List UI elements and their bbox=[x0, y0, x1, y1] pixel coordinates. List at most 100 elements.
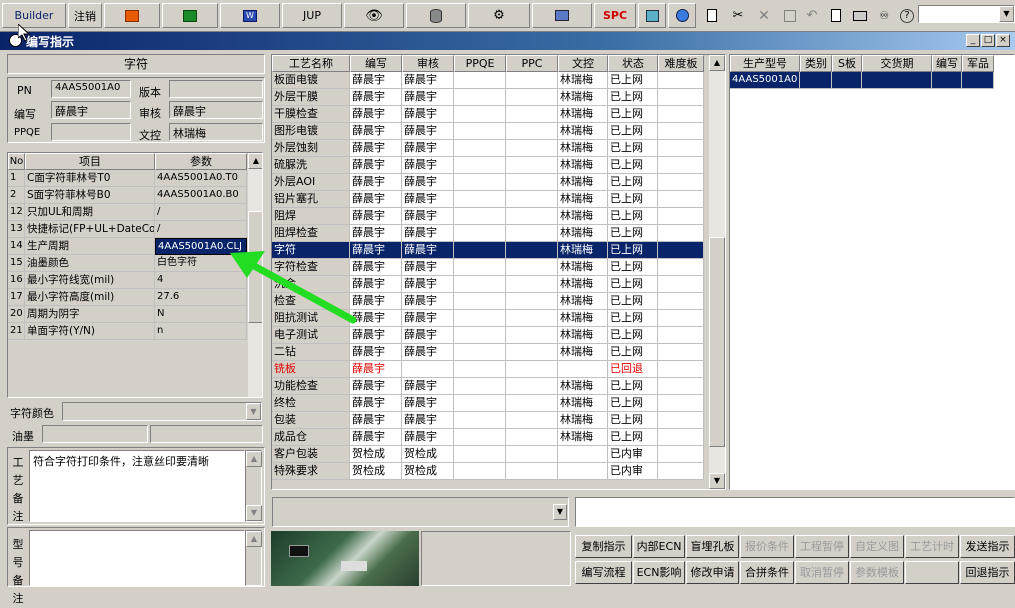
process-cell[interactable]: 薛晨宇 bbox=[350, 208, 402, 225]
process-cell[interactable]: 林瑞梅 bbox=[558, 72, 608, 89]
process-cell[interactable] bbox=[454, 446, 506, 463]
view-button[interactable]: 👁 bbox=[344, 3, 404, 28]
process-cell[interactable] bbox=[454, 89, 506, 106]
model-cell[interactable]: 4AAS5001A0 bbox=[730, 72, 800, 89]
scroll-down-icon[interactable]: ▼ bbox=[709, 473, 725, 489]
process-cell[interactable]: 薛晨宇 bbox=[350, 140, 402, 157]
maximize-button[interactable]: □ bbox=[981, 34, 995, 47]
process-cell[interactable]: 薛晨宇 bbox=[402, 293, 454, 310]
process-cell[interactable]: 林瑞梅 bbox=[558, 123, 608, 140]
process-cell[interactable]: 薛晨宇 bbox=[402, 327, 454, 344]
process-cell[interactable]: 林瑞梅 bbox=[558, 157, 608, 174]
process-cell[interactable]: 已上网 bbox=[608, 123, 658, 140]
config-button[interactable]: ⚙ bbox=[468, 3, 530, 28]
process-cell[interactable]: 贺检成 bbox=[350, 446, 402, 463]
process-cell[interactable]: 林瑞梅 bbox=[558, 327, 608, 344]
process-cell[interactable]: 薛晨宇 bbox=[402, 191, 454, 208]
action-button-row2-2[interactable]: 修改申请 bbox=[686, 561, 739, 584]
process-cell[interactable] bbox=[658, 344, 704, 361]
action-button-row2-1[interactable]: ECN影响 bbox=[633, 561, 685, 584]
process-cell[interactable] bbox=[506, 327, 558, 344]
process-cell[interactable] bbox=[454, 412, 506, 429]
process-cell[interactable] bbox=[506, 378, 558, 395]
process-cell[interactable] bbox=[506, 106, 558, 123]
process-cell[interactable] bbox=[454, 463, 506, 480]
process-cell[interactable]: 薛晨宇 bbox=[402, 378, 454, 395]
process-name-cell[interactable]: 特殊要求 bbox=[272, 463, 350, 480]
process-cell[interactable] bbox=[454, 293, 506, 310]
process-name-cell[interactable]: 硫脲洗 bbox=[272, 157, 350, 174]
process-cell[interactable] bbox=[454, 378, 506, 395]
process-cell[interactable] bbox=[506, 310, 558, 327]
jup-button[interactable]: JUP bbox=[282, 3, 342, 28]
new-button[interactable] bbox=[700, 3, 724, 28]
process-cell[interactable] bbox=[658, 208, 704, 225]
process-cell[interactable] bbox=[658, 140, 704, 157]
process-note-text[interactable]: 符合字符打印条件，注意丝印要清晰 bbox=[29, 450, 245, 522]
pn-field[interactable]: 4AAS5001A0 bbox=[51, 80, 131, 98]
process-cell[interactable]: 薛晨宇 bbox=[402, 106, 454, 123]
process-cell[interactable]: 薛晨宇 bbox=[402, 310, 454, 327]
model-cell[interactable] bbox=[832, 72, 862, 89]
cut-button[interactable]: ✂ bbox=[726, 3, 750, 28]
print-button[interactable] bbox=[848, 3, 872, 28]
action-button-row1-2[interactable]: 盲埋孔板 bbox=[686, 535, 739, 558]
process-cell[interactable]: 薛晨宇 bbox=[402, 412, 454, 429]
process-cell[interactable]: 薛晨宇 bbox=[402, 140, 454, 157]
dc-field[interactable]: 林瑞梅 bbox=[169, 123, 263, 141]
calendar-button[interactable] bbox=[638, 3, 666, 28]
process-cell[interactable]: 林瑞梅 bbox=[558, 106, 608, 123]
process-cell[interactable] bbox=[658, 191, 704, 208]
process-cell[interactable]: 林瑞梅 bbox=[558, 429, 608, 446]
model-cell[interactable] bbox=[800, 72, 832, 89]
model-cell[interactable] bbox=[862, 72, 932, 89]
process-cell[interactable] bbox=[454, 429, 506, 446]
process-cell[interactable] bbox=[658, 310, 704, 327]
process-cell[interactable] bbox=[454, 310, 506, 327]
process-cell[interactable]: 已上网 bbox=[608, 327, 658, 344]
action-button-row1-5[interactable]: 自定义图 bbox=[850, 535, 904, 558]
process-name-cell[interactable]: 干膜检查 bbox=[272, 106, 350, 123]
process-cell[interactable] bbox=[658, 174, 704, 191]
action-button-row1-7[interactable]: 发送指示 bbox=[960, 535, 1015, 558]
bottom-text-field[interactable] bbox=[575, 497, 1015, 527]
process-cell[interactable] bbox=[658, 72, 704, 89]
process-name-cell[interactable]: 包装 bbox=[272, 412, 350, 429]
process-cell[interactable]: 薛晨宇 bbox=[350, 157, 402, 174]
process-cell[interactable] bbox=[506, 89, 558, 106]
author-field[interactable]: 薛晨宇 bbox=[51, 101, 131, 119]
process-cell[interactable] bbox=[558, 361, 608, 378]
process-cell[interactable]: 已上网 bbox=[608, 225, 658, 242]
process-name-cell[interactable]: 成品仓 bbox=[272, 429, 350, 446]
process-name-cell[interactable]: 功能检查 bbox=[272, 378, 350, 395]
process-cell[interactable] bbox=[402, 361, 454, 378]
computer-button[interactable] bbox=[532, 3, 592, 28]
process-cell[interactable]: 薛晨宇 bbox=[402, 89, 454, 106]
process-cell[interactable]: 薛晨宇 bbox=[350, 429, 402, 446]
process-cell[interactable] bbox=[506, 429, 558, 446]
bottom-combo[interactable]: ▼ bbox=[272, 497, 569, 527]
process-cell[interactable] bbox=[506, 412, 558, 429]
process-name-cell[interactable]: 外层干膜 bbox=[272, 89, 350, 106]
model-cell[interactable] bbox=[932, 72, 962, 89]
ink-field[interactable] bbox=[42, 425, 148, 443]
model-cell[interactable] bbox=[962, 72, 994, 89]
process-cell[interactable]: 已上网 bbox=[608, 276, 658, 293]
process-cell[interactable]: 已内审 bbox=[608, 463, 658, 480]
process-cell[interactable] bbox=[658, 157, 704, 174]
process-cell[interactable] bbox=[454, 259, 506, 276]
param-row-value[interactable]: 4AAS5001A0.B0 bbox=[155, 187, 247, 204]
process-cell[interactable]: 林瑞梅 bbox=[558, 276, 608, 293]
ppqe-field[interactable] bbox=[51, 123, 131, 141]
process-cell[interactable]: 林瑞梅 bbox=[558, 293, 608, 310]
process-cell[interactable]: 薛晨宇 bbox=[350, 378, 402, 395]
process-cell[interactable]: 薛晨宇 bbox=[350, 174, 402, 191]
param-row-value[interactable]: / bbox=[155, 221, 247, 238]
save-button[interactable] bbox=[778, 3, 802, 28]
database-button[interactable] bbox=[406, 3, 466, 28]
process-cell[interactable]: 薛晨宇 bbox=[350, 72, 402, 89]
process-cell[interactable] bbox=[454, 157, 506, 174]
delete-button[interactable]: ✕ bbox=[752, 3, 776, 28]
process-cell[interactable]: 贺检成 bbox=[350, 463, 402, 480]
process-cell[interactable]: 薛晨宇 bbox=[402, 174, 454, 191]
